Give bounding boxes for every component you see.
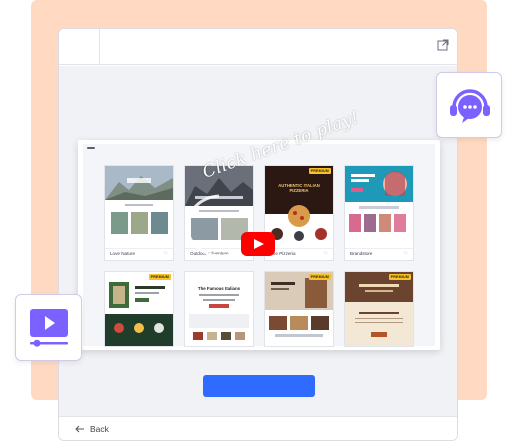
template-card[interactable]: PREMIUM [265,272,333,346]
template-hero-image [105,166,173,200]
template-preview-image [265,272,333,346]
template-card[interactable]: Brandstore ♡ [345,166,413,260]
template-footer: Brandstore ♡ [345,248,413,260]
header-divider [99,29,100,65]
template-preview-image [185,272,253,346]
template-preview-image [105,272,173,346]
template-label: Brandstore [350,251,373,256]
template-card[interactable]: The Famous Italians [185,272,253,346]
template-footer: Love Nature ♡ [105,248,173,260]
external-link-icon[interactable] [437,39,449,51]
back-button[interactable]: Back [75,424,109,434]
primary-button[interactable] [203,375,315,397]
premium-badge: PREMIUM [388,274,411,280]
video-tutorial-badge[interactable] [15,294,82,361]
support-chat-badge[interactable] [436,72,502,138]
template-card[interactable]: Love Nature ♡ [105,166,173,260]
template-headline: AUTHENTIC ITALIAN PIZZERIA [278,183,320,193]
video-player-icon [30,309,68,347]
template-card[interactable]: PREMIUM [345,272,413,346]
heart-icon[interactable]: ♡ [164,251,168,257]
back-label: Back [90,424,109,434]
template-card[interactable]: AUTHENTIC ITALIAN PIZZERIA PREMIUM The P… [265,166,333,260]
template-card[interactable]: PREMIUM [105,272,173,346]
premium-badge: PREMIUM [308,274,331,280]
template-headline: The Famous Italians [197,286,241,291]
template-hero-image [265,166,333,248]
template-label: Love Nature [110,251,136,256]
template-preview-image [345,272,413,346]
headset-chat-icon [450,89,490,123]
page: Back Love Nature ♡ Outdoor Adventure AUT… [0,0,520,443]
play-triangle [254,239,264,249]
premium-badge: PREMIUM [148,274,171,280]
youtube-play-icon[interactable] [241,232,275,256]
heart-icon[interactable]: ♡ [324,251,328,257]
arrow-left-icon [75,425,84,433]
template-gallery [111,212,168,234]
template-hero-image [345,166,413,202]
card-footer: Back [59,416,457,440]
site-logo [87,147,95,149]
template-products [349,206,406,232]
text-line [125,204,153,206]
template-footer: The Pizzeria ♡ [265,248,333,260]
card-header [59,29,457,65]
premium-badge: PREMIUM [308,168,331,174]
heart-icon[interactable]: ♡ [404,251,408,257]
